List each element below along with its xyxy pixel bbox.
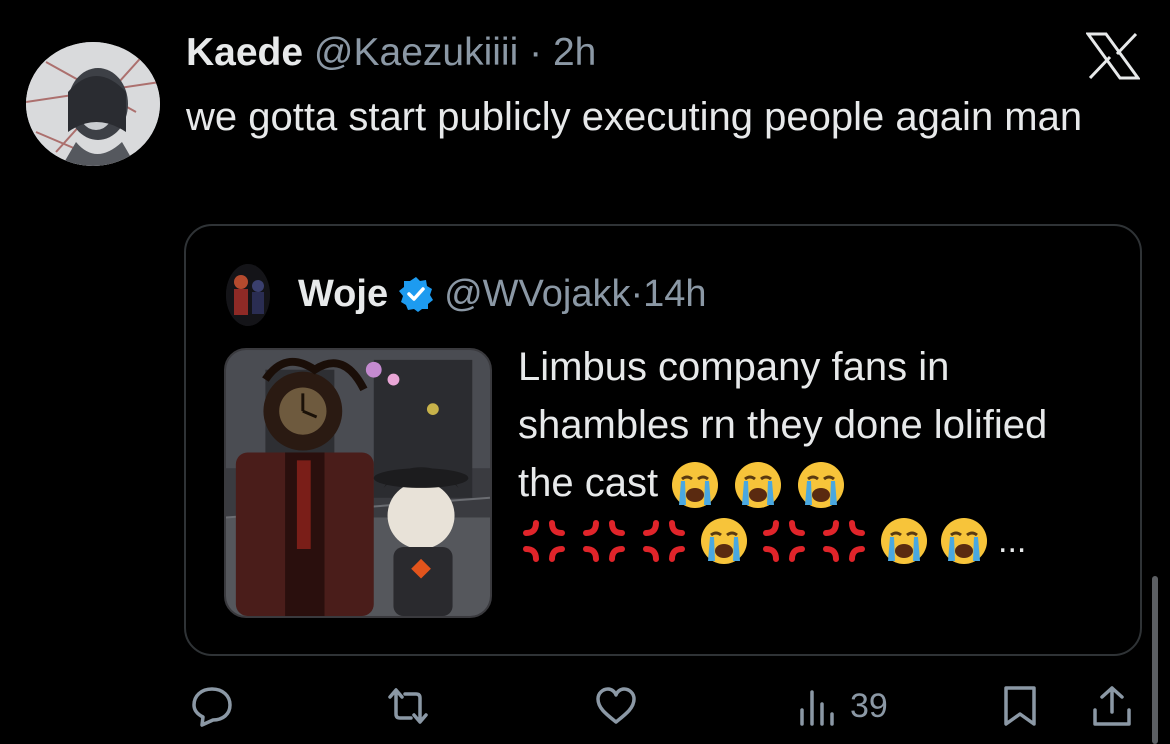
tweet[interactable]: Kaede @Kaezukiiii · 2h we gotta start pu…: [0, 0, 1170, 744]
reply-icon: [192, 687, 232, 727]
loudly-crying-face-icon: [941, 518, 987, 564]
x-logo-icon: [1086, 32, 1140, 80]
share-button[interactable]: [1090, 682, 1134, 730]
separator-dot: ·: [630, 273, 644, 315]
anger-symbol-icon: [523, 520, 565, 562]
bookmark-icon: [1004, 686, 1036, 726]
quoted-author-handle[interactable]: @WVojakk: [444, 272, 630, 316]
anger-symbol-icon: [583, 520, 625, 562]
separator-dot: ·: [529, 31, 543, 74]
quoted-tweet-text: Limbus company fans in shambles rn they …: [518, 338, 1078, 570]
loudly-crying-face-icon: [881, 518, 927, 564]
views-button[interactable]: 39: [796, 682, 888, 730]
loudly-crying-face-icon: [798, 462, 845, 509]
author-name[interactable]: Kaede: [186, 31, 303, 74]
loudly-crying-face-icon: [735, 462, 782, 509]
repost-icon: [388, 688, 428, 724]
views-icon: [800, 690, 834, 726]
share-icon: [1093, 686, 1131, 726]
bookmark-button[interactable]: [998, 682, 1042, 730]
anger-symbol-icon: [823, 520, 865, 562]
loudly-crying-face-icon: [701, 518, 747, 564]
quoted-author-name[interactable]: Woje: [298, 272, 388, 316]
emoji-group-2: ...: [518, 512, 1078, 570]
verified-badge-icon: [399, 277, 434, 312]
quoted-tweet[interactable]: Woje @WVojakk · 14h Limbus company fans …: [184, 224, 1142, 656]
quoted-author-avatar[interactable]: [226, 264, 270, 326]
like-icon: [596, 687, 636, 724]
truncation-ellipsis: ...: [998, 522, 1027, 560]
repost-button[interactable]: [386, 682, 430, 730]
reply-button[interactable]: [190, 682, 234, 730]
anger-symbol-icon: [643, 520, 685, 562]
tweet-text: we gotta start publicly executing people…: [186, 95, 1083, 139]
emoji-group-1: [669, 461, 847, 509]
scrollbar[interactable]: [1152, 576, 1158, 744]
quoted-tweet-image[interactable]: [224, 348, 492, 618]
tweet-timestamp[interactable]: 2h: [553, 31, 596, 74]
author-handle[interactable]: @Kaezukiiii: [314, 31, 518, 74]
quoted-tweet-timestamp[interactable]: 14h: [643, 272, 706, 316]
author-avatar[interactable]: [26, 42, 160, 166]
views-count: 39: [850, 686, 888, 725]
loudly-crying-face-icon: [672, 462, 719, 509]
quoted-tweet-header: Woje @WVojakk · 14h: [298, 272, 707, 316]
like-button[interactable]: [594, 682, 638, 730]
anger-symbol-icon: [763, 520, 805, 562]
tweet-header: Kaede @Kaezukiiii · 2h: [186, 30, 596, 76]
